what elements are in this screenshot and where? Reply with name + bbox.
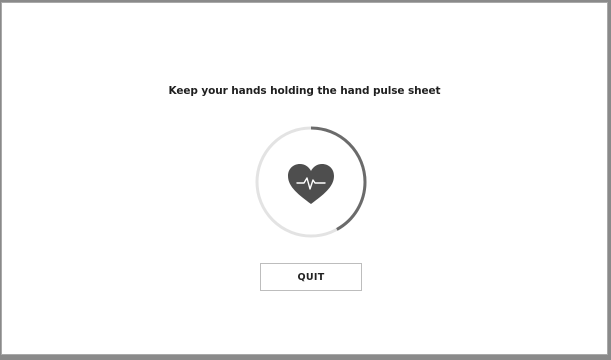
pulse-measure-screen: Keep your hands holding the hand pulse s… (1, 2, 608, 355)
instruction-text: Keep your hands holding the hand pulse s… (168, 85, 441, 97)
quit-button[interactable]: QUIT (260, 263, 362, 291)
heart-pulse-icon (287, 163, 335, 205)
pulse-progress-ring (254, 125, 368, 239)
